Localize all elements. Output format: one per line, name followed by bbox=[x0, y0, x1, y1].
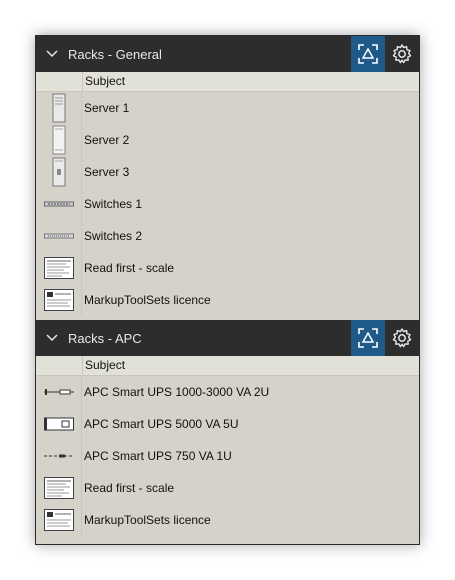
document-thumbnail-icon bbox=[43, 257, 74, 279]
list-item[interactable]: Server 2 bbox=[36, 124, 419, 156]
list-item[interactable]: MarkupToolSets licence bbox=[36, 284, 419, 316]
ups-1u-icon bbox=[43, 454, 74, 458]
gear-icon bbox=[392, 328, 412, 348]
list-item[interactable]: Switches 2 bbox=[36, 220, 419, 252]
server-tower-icon bbox=[52, 157, 65, 187]
column-header-subject[interactable]: Subject bbox=[83, 356, 125, 375]
switch-rack-icon bbox=[43, 233, 74, 239]
server-tower-icon bbox=[52, 125, 65, 155]
list-item[interactable]: Read first - scale bbox=[36, 472, 419, 504]
section-title: Racks - General bbox=[68, 46, 162, 62]
list-item[interactable]: Server 3 bbox=[36, 156, 419, 188]
column-header[interactable]: Subject bbox=[36, 356, 419, 376]
list-item[interactable]: APC Smart UPS 1000-3000 VA 2U bbox=[36, 376, 419, 408]
ups-5u-icon bbox=[43, 417, 74, 431]
server-tower-icon bbox=[52, 93, 65, 123]
list-item[interactable]: Switches 1 bbox=[36, 188, 419, 220]
list-item[interactable]: MarkupToolSets licence bbox=[36, 504, 419, 536]
document-thumbnail-icon bbox=[43, 477, 74, 499]
settings-button[interactable] bbox=[385, 320, 419, 356]
chevron-down-icon[interactable] bbox=[36, 334, 68, 342]
column-header-subject[interactable]: Subject bbox=[83, 72, 125, 91]
scale-icon bbox=[358, 328, 378, 348]
tool-chest-panel: Racks - General Subject Server 1 Server … bbox=[35, 35, 420, 545]
switch-rack-icon bbox=[43, 201, 74, 207]
chevron-down-icon[interactable] bbox=[36, 50, 68, 58]
scale-mode-button[interactable] bbox=[351, 36, 385, 72]
gear-icon bbox=[392, 44, 412, 64]
section-header-racks-apc[interactable]: Racks - APC bbox=[36, 320, 419, 356]
ups-2u-icon bbox=[43, 389, 74, 395]
list-item[interactable]: APC Smart UPS 5000 VA 5U bbox=[36, 408, 419, 440]
settings-button[interactable] bbox=[385, 36, 419, 72]
document-thumbnail-icon bbox=[43, 289, 74, 311]
column-header[interactable]: Subject bbox=[36, 72, 419, 92]
section-title: Racks - APC bbox=[68, 330, 142, 346]
list-item[interactable]: Server 1 bbox=[36, 92, 419, 124]
list-item[interactable]: Read first - scale bbox=[36, 252, 419, 284]
section-header-racks-general[interactable]: Racks - General bbox=[36, 36, 419, 72]
document-thumbnail-icon bbox=[43, 509, 74, 531]
scale-mode-button[interactable] bbox=[351, 320, 385, 356]
scale-icon bbox=[358, 44, 378, 64]
list-item[interactable]: APC Smart UPS 750 VA 1U bbox=[36, 440, 419, 472]
